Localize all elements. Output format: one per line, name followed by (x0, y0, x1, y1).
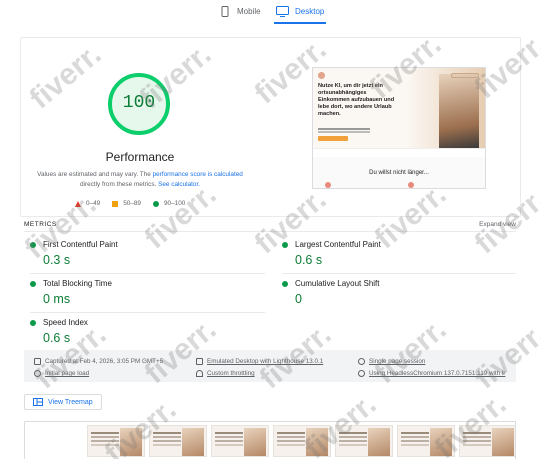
clock-icon (34, 370, 41, 377)
calendar-icon (34, 358, 41, 365)
pass-circle-icon (282, 241, 288, 248)
see-calculator-link[interactable]: See calculator. (158, 181, 200, 188)
metric-label: Cumulative Layout Shift (295, 279, 380, 288)
preview-headline: Nutze KI, um dir jetzt ein ortsunabhängi… (318, 83, 395, 117)
description-text: Values are estimated and may vary. The (37, 171, 153, 178)
score-calculation-link[interactable]: performance score is calculated (153, 171, 243, 178)
circle-icon (153, 200, 159, 207)
emulated-link[interactable]: Emulated Desktop with Lighthouse 13.0.1 (207, 358, 323, 365)
initial-load-link[interactable]: Initial page load (45, 370, 89, 377)
divider (30, 273, 265, 274)
throttling: Custom throttling (196, 370, 255, 377)
metric-cls: Cumulative Layout Shift 0 (282, 279, 512, 306)
expand-view-toggle[interactable]: Expand view (479, 221, 516, 228)
runtime-info: Captured at Feb 4, 2026, 3:05 PM GMT+5 E… (24, 350, 516, 382)
woman-photo (439, 74, 479, 148)
filmstrip-frame (87, 425, 145, 457)
throttling-link[interactable]: Custom throttling (207, 370, 255, 377)
performance-description: Values are estimated and may vary. The p… (35, 170, 245, 190)
description-text-2: directly from these metrics. (79, 181, 159, 188)
session-type: Single page session (358, 358, 425, 365)
metric-value: 0.6 s (43, 331, 71, 345)
metric-tbt: Total Blocking Time 0 ms (30, 279, 260, 306)
performance-score: 100 (122, 93, 156, 113)
captured-at: Captured at Feb 4, 2026, 3:05 PM GMT+5 (34, 358, 163, 365)
metrics-header: METRICS Expand view (24, 221, 516, 232)
score-legend: 0–49 50–89 90–100 (75, 200, 185, 207)
divider (30, 312, 265, 313)
view-treemap-button[interactable]: View Treemap (24, 394, 102, 410)
pass-circle-icon (30, 280, 36, 287)
metric-label: Total Blocking Time (43, 279, 112, 288)
logo-icon (318, 72, 325, 79)
view-treemap-label: View Treemap (48, 398, 93, 406)
metric-speed-index: Speed Index 0.6 s (30, 318, 260, 345)
tab-mobile[interactable]: Mobile (218, 6, 261, 17)
legend-average-label: 50–89 (123, 200, 141, 207)
pass-circle-icon (30, 319, 36, 326)
metric-lcp: Largest Contentful Paint 0.6 s (282, 240, 512, 267)
smartphone-icon (221, 6, 229, 17)
monitor-icon (276, 6, 289, 17)
metric-value: 0 ms (43, 292, 71, 306)
browser-info: Using HeadlessChromium 137.0.7151.119 wi… (358, 370, 505, 377)
metric-value: 0.6 s (295, 253, 323, 267)
person-icon (358, 358, 365, 365)
pass-circle-icon (282, 280, 288, 287)
captured-text: Captured at Feb 4, 2026, 3:05 PM GMT+5 (45, 358, 164, 365)
session-link[interactable]: Single page session (369, 358, 425, 365)
performance-title: Performance (105, 150, 175, 164)
legend-fail-label: 0–49 (86, 200, 101, 207)
metrics-title: METRICS (24, 221, 57, 228)
metric-fcp: First Contentful Paint 0.3 s (30, 240, 260, 267)
page-screenshot: Nutze KI, um dir jetzt ein ortsunabhängi… (312, 67, 486, 189)
chrome-icon (358, 370, 365, 377)
tab-desktop[interactable]: Desktop (273, 6, 327, 24)
square-icon (112, 200, 119, 207)
filmstrip-frame (397, 425, 455, 457)
filmstrip-frame (459, 425, 515, 457)
tab-desktop-label: Desktop (295, 7, 325, 16)
divider (282, 273, 516, 274)
metric-value: 0.3 s (43, 253, 71, 267)
legend-pass: 90–100 (153, 200, 185, 207)
legend-pass-label: 90–100 (164, 200, 186, 207)
browser-link[interactable]: Using HeadlessChromium 137.0.7151.119 wi… (369, 370, 505, 377)
filmstrip-frame (211, 425, 269, 457)
tab-mobile-label: Mobile (237, 7, 261, 16)
metric-label: First Contentful Paint (43, 240, 118, 249)
metric-label: Largest Contentful Paint (295, 240, 381, 249)
device-tabs: Mobile Desktop (0, 0, 541, 30)
filmstrip-frame (149, 425, 207, 457)
monitor-icon (196, 358, 203, 365)
legend-average: 50–89 (112, 200, 141, 207)
filmstrip (24, 421, 516, 459)
pass-circle-icon (30, 241, 36, 248)
filmstrip-frame (273, 425, 331, 457)
filmstrip-frame (335, 425, 393, 457)
wifi-icon (196, 370, 203, 377)
triangle-icon (75, 200, 81, 207)
emulated-device: Emulated Desktop with Lighthouse 13.0.1 (196, 358, 323, 365)
preview-subheading: Du willst nicht länger... (369, 170, 429, 176)
initial-load: Initial page load (34, 370, 89, 377)
metric-value: 0 (295, 292, 302, 306)
legend-fail: 0–49 (75, 200, 100, 207)
treemap-icon (33, 398, 43, 406)
metric-label: Speed Index (43, 318, 88, 327)
